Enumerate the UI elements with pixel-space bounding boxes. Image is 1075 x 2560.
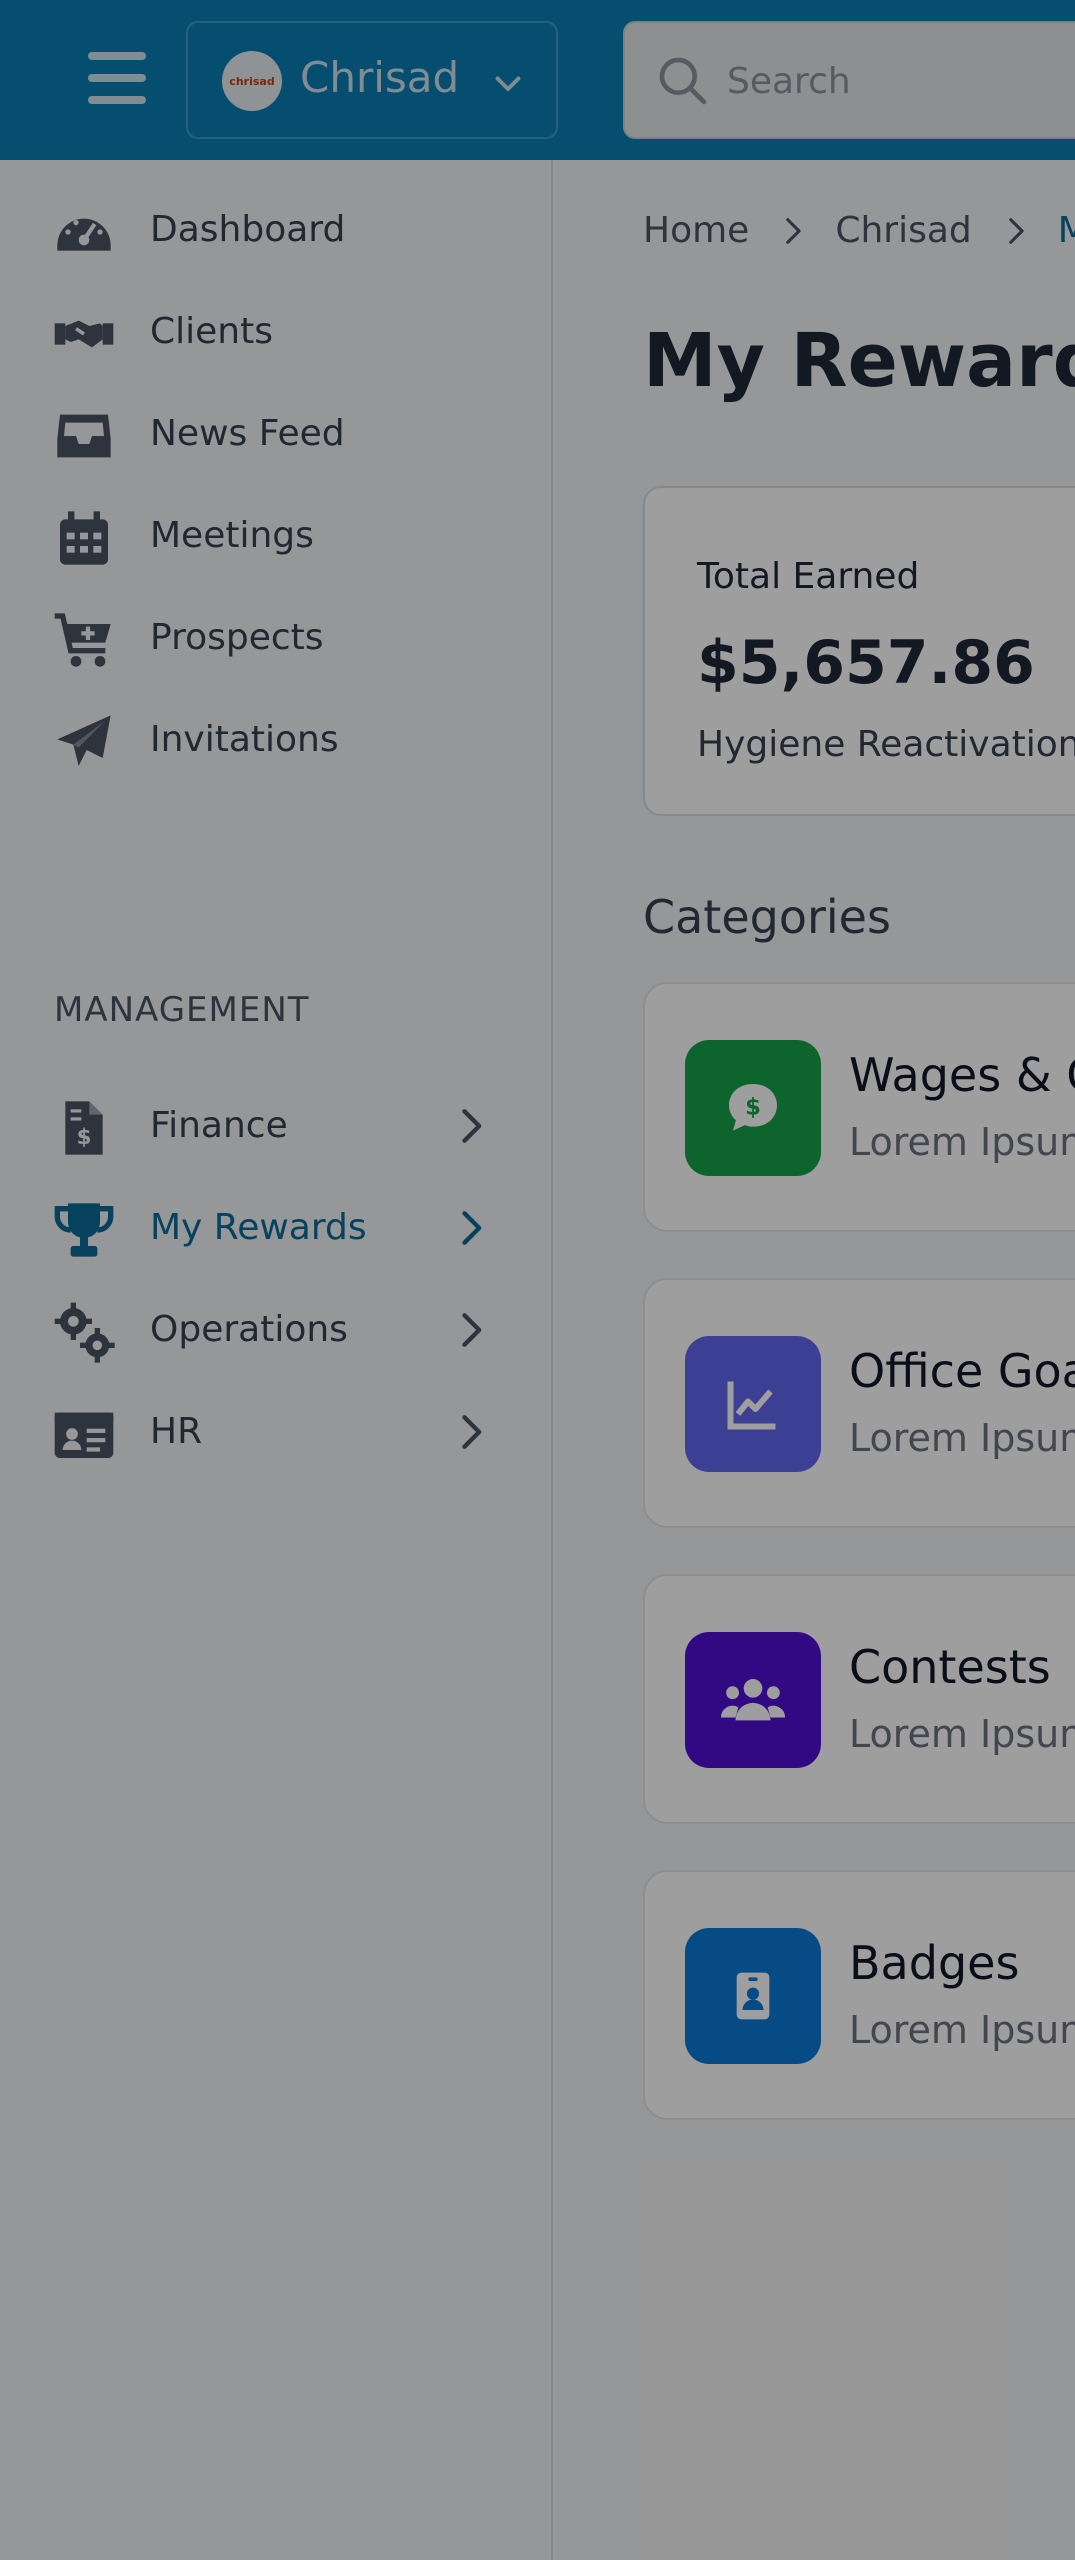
search-input[interactable]: Search <box>623 21 1075 139</box>
sidebar: Dashboard Clients News Feed Meetings Pro… <box>0 160 553 2560</box>
category-title: Wages & Commissions <box>849 1048 1075 1102</box>
category-description: Lorem Ipsum <box>849 1712 1075 1756</box>
main-content: Home Chrisad My Rewards My Rewards Total… <box>555 160 1075 2560</box>
sidebar-item-label: Clients <box>150 311 273 352</box>
svg-text:$: $ <box>745 1095 761 1121</box>
category-card-office-goals[interactable]: Office Goals Lorem Ipsum <box>643 1278 1075 1528</box>
chart-line-icon <box>685 1336 821 1472</box>
paper-plane-icon <box>57 715 111 766</box>
gears-icon <box>54 1302 115 1363</box>
category-title: Contests <box>849 1640 1051 1694</box>
sidebar-item-label: Invitations <box>150 719 339 760</box>
handshake-icon <box>54 320 114 348</box>
sidebar-item-label: Finance <box>150 1105 288 1146</box>
category-card-wages[interactable]: $ Wages & Commissions Lorem Ipsum <box>643 982 1075 1232</box>
sidebar-item-clients[interactable]: Clients <box>0 288 553 378</box>
page-title: My Rewards <box>643 318 1075 404</box>
sidebar-item-prospects[interactable]: Prospects <box>0 594 553 684</box>
dollar-chat-icon: $ <box>685 1040 821 1176</box>
breadcrumb-org[interactable]: Chrisad <box>835 210 971 251</box>
trophy-icon <box>54 1203 114 1257</box>
breadcrumb-home[interactable]: Home <box>643 210 749 251</box>
category-description: Lorem Ipsum <box>849 1120 1075 1164</box>
management-heading: MANAGEMENT <box>54 990 310 1030</box>
sidebar-item-hr[interactable]: HR <box>0 1388 553 1478</box>
sidebar-item-news-feed[interactable]: News Feed <box>0 390 553 480</box>
search-placeholder: Search <box>727 61 851 102</box>
cart-plus-icon <box>54 613 111 667</box>
total-earned-label: Total Earned <box>697 556 920 597</box>
badge-icon <box>685 1928 821 2064</box>
categories-heading: Categories <box>643 890 891 944</box>
chevron-right-icon <box>786 217 801 244</box>
breadcrumb-current: My Rewards <box>1057 210 1075 251</box>
search-icon <box>659 57 707 105</box>
sidebar-item-operations[interactable]: Operations <box>0 1286 553 1376</box>
menu-icon[interactable] <box>88 52 146 104</box>
total-earned-value: $5,657.86 <box>697 628 1035 698</box>
total-earned-subtitle: Hygiene Reactivation <box>697 724 1075 765</box>
chevron-right-icon <box>462 1415 482 1449</box>
calendar-icon <box>60 511 108 565</box>
org-logo-text: chrisad <box>229 74 275 88</box>
sidebar-item-dashboard[interactable]: Dashboard <box>0 186 553 276</box>
breadcrumb: Home Chrisad My Rewards <box>643 210 1075 251</box>
sidebar-item-label: My Rewards <box>150 1207 367 1248</box>
chevron-right-icon <box>462 1313 482 1347</box>
inbox-icon <box>57 414 111 458</box>
sidebar-item-label: HR <box>150 1411 203 1452</box>
total-earned-card: Total Earned $5,657.86 Hygiene Reactivat… <box>643 486 1075 816</box>
sidebar-item-meetings[interactable]: Meetings <box>0 492 553 582</box>
chevron-down-icon <box>495 76 521 91</box>
chevron-right-icon <box>462 1211 482 1245</box>
sidebar-item-label: Prospects <box>150 617 324 658</box>
category-title: Office Goals <box>849 1344 1075 1398</box>
category-description: Lorem Ipsum <box>849 1416 1075 1460</box>
sidebar-item-label: Operations <box>150 1309 348 1350</box>
invoice-dollar-icon: $ <box>65 1101 103 1155</box>
category-card-contests[interactable]: Contests Lorem Ipsum <box>643 1574 1075 1824</box>
org-logo: chrisad <box>222 51 282 111</box>
org-switcher[interactable]: chrisad Chrisad <box>186 21 558 139</box>
chevron-right-icon <box>1008 217 1024 244</box>
sidebar-item-label: Dashboard <box>150 209 346 250</box>
category-title: Badges <box>849 1936 1020 1990</box>
users-icon <box>685 1632 821 1768</box>
category-card-badges[interactable]: Badges Lorem Ipsum <box>643 1870 1075 2120</box>
id-card-icon <box>54 1412 114 1458</box>
org-name: Chrisad <box>300 53 460 102</box>
chevron-right-icon <box>462 1109 482 1143</box>
sidebar-item-invitations[interactable]: Invitations <box>0 696 553 786</box>
svg-text:$: $ <box>77 1125 92 1150</box>
sidebar-item-finance[interactable]: $ Finance <box>0 1082 553 1172</box>
sidebar-item-label: Meetings <box>150 515 314 556</box>
category-description: Lorem Ipsum <box>849 2008 1075 2052</box>
sidebar-item-my-rewards[interactable]: My Rewards <box>0 1184 553 1274</box>
sidebar-item-label: News Feed <box>150 413 345 454</box>
top-bar: chrisad Chrisad Search <box>0 0 1075 160</box>
gauge-icon <box>57 218 111 251</box>
